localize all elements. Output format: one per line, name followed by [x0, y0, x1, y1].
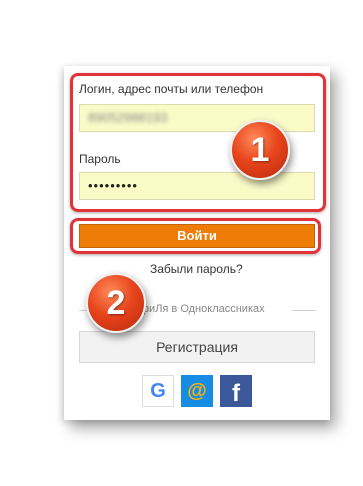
- facebook-icon: f: [232, 380, 240, 407]
- login-label: Логин, адрес почты или телефон: [79, 82, 264, 96]
- login-button[interactable]: Войти: [79, 224, 315, 248]
- register-button[interactable]: Регистрация: [79, 331, 315, 363]
- google-login-button[interactable]: G: [142, 375, 174, 407]
- step-2-marker: 2: [86, 273, 146, 333]
- login-input-value: 89052988193: [88, 110, 168, 125]
- password-input-value: •••••••••: [88, 178, 138, 193]
- facebook-login-button[interactable]: f: [220, 375, 252, 407]
- password-label: Пароль: [79, 152, 121, 166]
- google-icon: G: [150, 379, 166, 402]
- step-1-marker: 1: [230, 120, 290, 180]
- forgot-password-link[interactable]: Забыли пароль?: [150, 262, 243, 276]
- mailru-login-button[interactable]: @: [181, 375, 213, 407]
- password-input[interactable]: •••••••••: [79, 172, 315, 200]
- mail-at-icon: @: [187, 379, 207, 402]
- separator-line-right: [292, 310, 316, 311]
- separator-text: фиЛя в Одноклассниках: [140, 303, 265, 315]
